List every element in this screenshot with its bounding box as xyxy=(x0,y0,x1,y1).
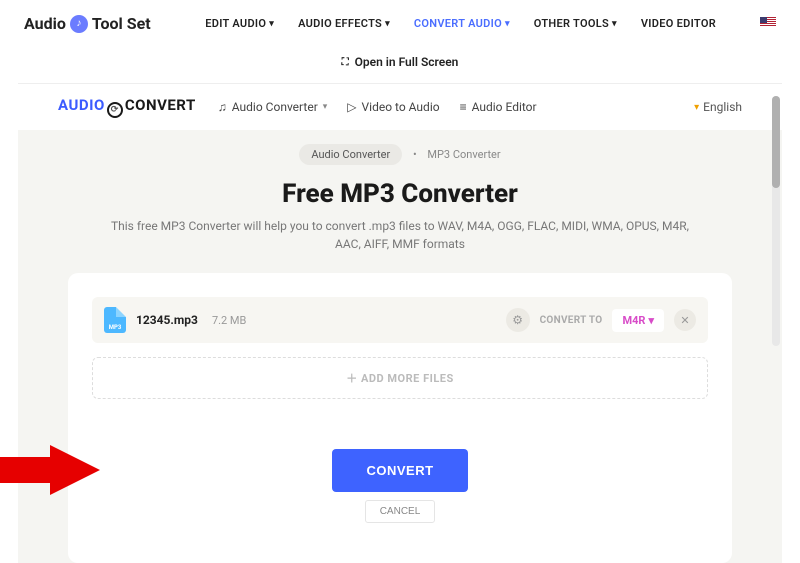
annotation-arrow-icon xyxy=(0,445,102,495)
nav-edit-audio[interactable]: EDIT AUDIO▾ xyxy=(205,17,274,30)
fullscreen-icon: ⛶ xyxy=(342,57,349,68)
subnav-audio-editor[interactable]: ≡Audio Editor xyxy=(460,100,537,114)
refresh-icon: ⟳ xyxy=(107,102,123,118)
sub-nav: ♫Audio Converter▾ ▷Video to Audio ≡Audio… xyxy=(218,100,537,114)
gear-icon: ⚙ xyxy=(512,313,523,327)
file-row: MP3 12345.mp3 7.2 MB ⚙ CONVERT TO M4R▾ ✕ xyxy=(92,297,708,343)
file-size: 7.2 MB xyxy=(212,314,246,327)
chevron-down-icon: ▾ xyxy=(323,102,328,112)
breadcrumb: Audio Converter • MP3 Converter xyxy=(18,130,782,179)
actions: CONVERT CANCEL xyxy=(92,449,708,523)
fullscreen-label: Open in Full Screen xyxy=(355,55,459,69)
settings-button[interactable]: ⚙ xyxy=(506,308,530,332)
remove-file-button[interactable]: ✕ xyxy=(674,309,696,331)
convert-button[interactable]: CONVERT xyxy=(332,449,467,492)
page-title: Free MP3 Converter xyxy=(18,179,782,209)
plus-icon: ＋ xyxy=(346,372,361,385)
sub-brand-logo[interactable]: AUDIO⟳CONVERT xyxy=(58,96,196,118)
scrollbar-thumb[interactable] xyxy=(772,96,780,188)
subnav-video-to-audio[interactable]: ▷Video to Audio xyxy=(347,100,439,114)
nav-video-editor[interactable]: VIDEO EDITOR xyxy=(641,17,716,30)
format-selector[interactable]: M4R▾ xyxy=(612,309,664,332)
sub-brand-b: CONVERT xyxy=(125,96,196,114)
top-nav: EDIT AUDIO▾ AUDIO EFFECTS▾ CONVERT AUDIO… xyxy=(205,17,776,30)
note-icon: ♪ xyxy=(70,15,88,33)
sub-brand-a: AUDIO xyxy=(58,96,105,114)
chevron-down-icon: ▾ xyxy=(505,19,510,29)
chevron-down-icon: ▾ xyxy=(694,102,699,113)
add-more-files-button[interactable]: ＋ ADD MORE FILES xyxy=(92,357,708,399)
cancel-button[interactable]: CANCEL xyxy=(365,500,436,523)
chevron-down-icon: ▾ xyxy=(612,19,617,29)
nav-audio-effects[interactable]: AUDIO EFFECTS▾ xyxy=(298,17,390,30)
close-icon: ✕ xyxy=(680,314,689,327)
nav-other-tools[interactable]: OTHER TOOLS▾ xyxy=(534,17,617,30)
crumb-audio-converter[interactable]: Audio Converter xyxy=(299,144,402,165)
top-bar: Audio ♪ Tool Set EDIT AUDIO▾ AUDIO EFFEC… xyxy=(0,0,800,47)
caret-down-icon: ▾ xyxy=(648,314,654,327)
brand-logo[interactable]: Audio ♪ Tool Set xyxy=(24,14,151,33)
subnav-audio-converter[interactable]: ♫Audio Converter▾ xyxy=(218,100,328,114)
crumb-separator-icon: • xyxy=(413,148,417,161)
converter-card: MP3 12345.mp3 7.2 MB ⚙ CONVERT TO M4R▾ ✕… xyxy=(68,273,732,563)
brand-word-b: Tool Set xyxy=(92,14,151,33)
nav-convert-audio[interactable]: CONVERT AUDIO▾ xyxy=(414,17,510,30)
sliders-icon: ≡ xyxy=(460,100,467,114)
open-fullscreen-link[interactable]: ⛶ Open in Full Screen xyxy=(0,47,800,83)
embedded-app: AUDIO⟳CONVERT ♫Audio Converter▾ ▷Video t… xyxy=(18,83,782,563)
brand-word-a: Audio xyxy=(24,14,66,33)
sub-header: AUDIO⟳CONVERT ♫Audio Converter▾ ▷Video t… xyxy=(18,84,782,130)
flag-us-icon[interactable] xyxy=(760,17,776,28)
crumb-mp3-converter: MP3 Converter xyxy=(427,148,500,161)
language-selector[interactable]: ▾English xyxy=(694,100,742,114)
chevron-down-icon: ▾ xyxy=(269,19,274,29)
file-mp3-icon: MP3 xyxy=(104,307,126,333)
page-subtitle: This free MP3 Converter will help you to… xyxy=(18,209,782,273)
music-note-icon: ♫ xyxy=(218,100,227,114)
convert-to-label: CONVERT TO xyxy=(540,315,603,326)
play-icon: ▷ xyxy=(347,100,356,114)
scrollbar[interactable] xyxy=(772,96,780,346)
chevron-down-icon: ▾ xyxy=(385,19,390,29)
file-name: 12345.mp3 xyxy=(136,313,198,327)
